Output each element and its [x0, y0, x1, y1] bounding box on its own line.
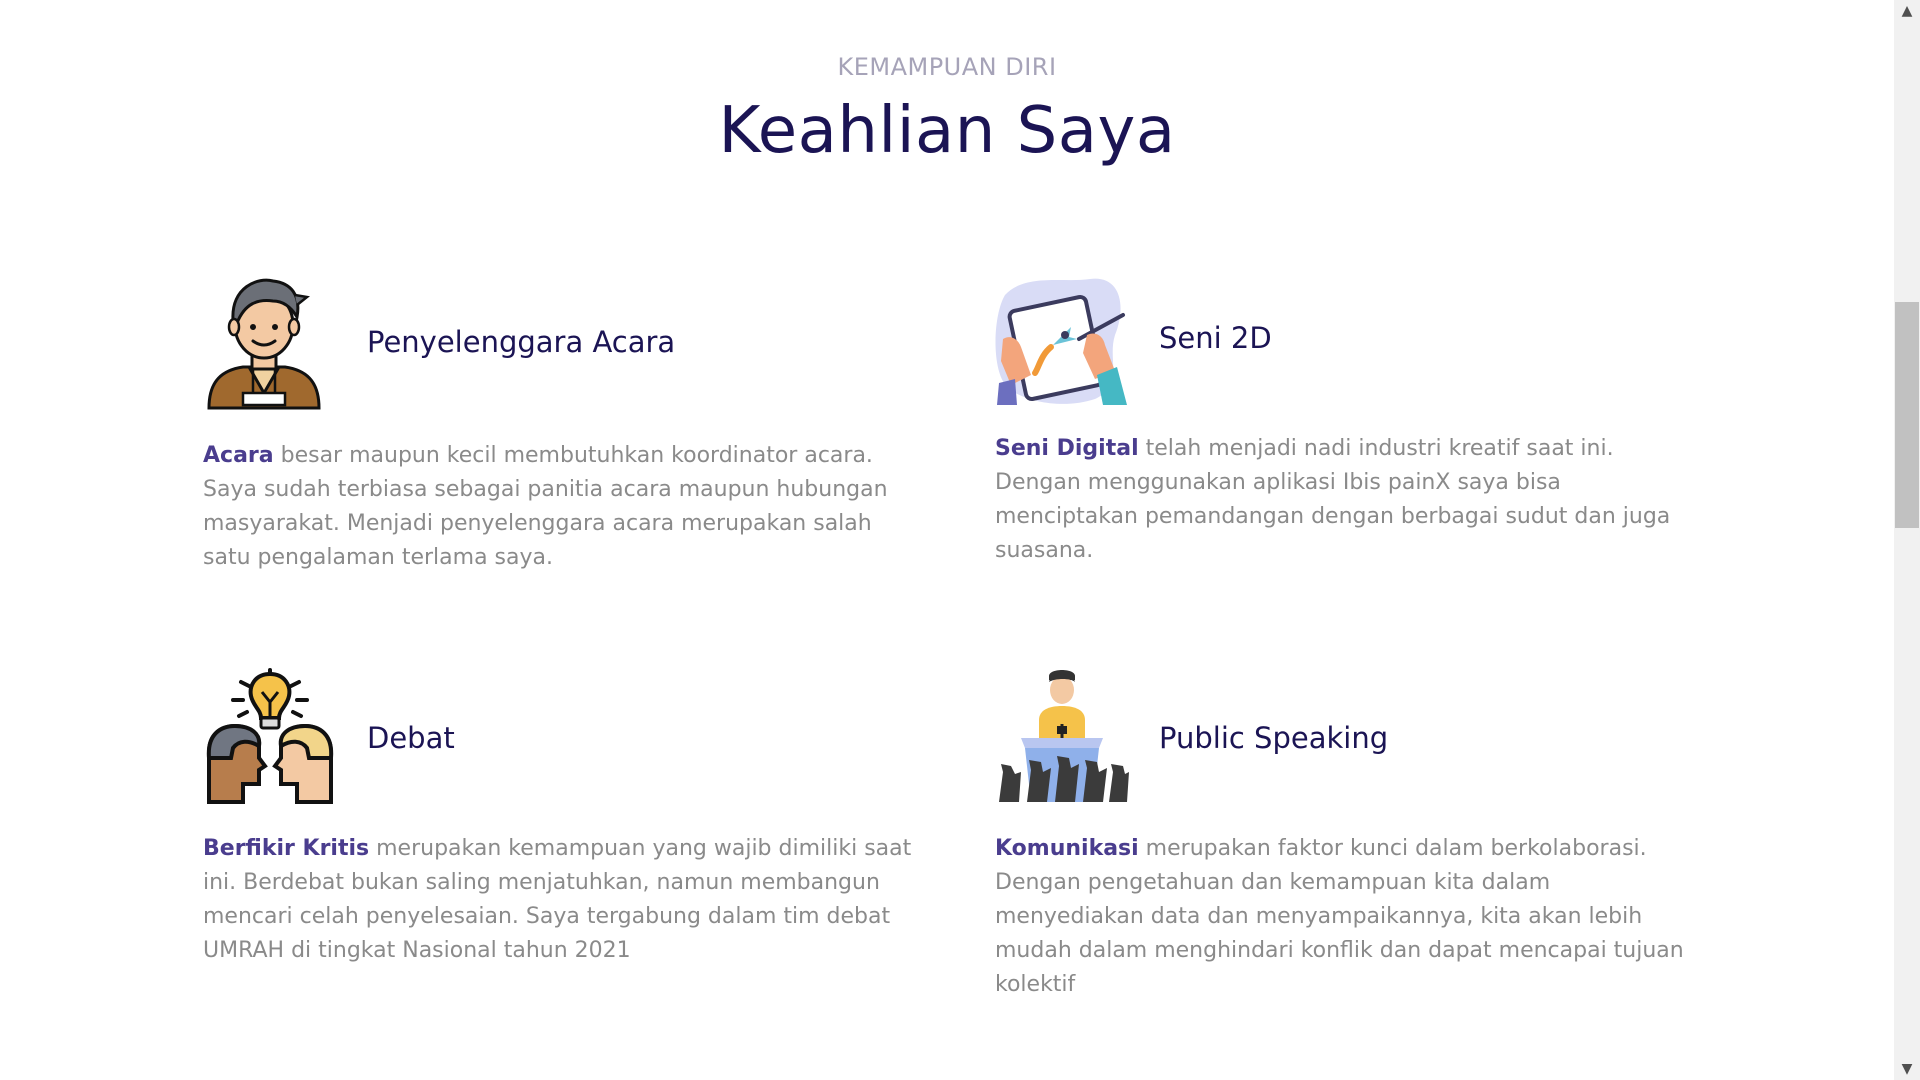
- skill-heading: Public Speaking: [1159, 721, 1389, 755]
- skill-heading: Penyelenggara Acara: [367, 325, 676, 359]
- skill-description: Seni Digital telah menjadi nadi industri…: [995, 432, 1705, 568]
- skill-description: Komunikasi merupakan faktor kunci dalam …: [995, 832, 1705, 1002]
- skill-description: Acara besar maupun kecil membutuhkan koo…: [203, 439, 913, 575]
- skill-lead-term: Seni Digital: [995, 436, 1139, 461]
- skill-card-event-organizer: Penyelenggara Acara Acara besar maupun k…: [203, 275, 923, 595]
- vertical-scrollbar[interactable]: ▲ ▼: [1894, 0, 1920, 1080]
- skill-card-public-speaking: Public Speaking Komunikasi merupakan fak…: [995, 668, 1715, 1008]
- skill-lead-term: Komunikasi: [995, 836, 1139, 861]
- skill-heading: Seni 2D: [1159, 321, 1272, 355]
- event-organizer-icon: [203, 275, 338, 410]
- public-speaker-podium-icon: [995, 668, 1130, 803]
- skill-lead-term: Berfikir Kritis: [203, 836, 370, 861]
- debate-lightbulb-icon: [203, 668, 338, 804]
- skill-description: Berfikir Kritis merupakan kemampuan yang…: [203, 832, 913, 968]
- scroll-thumb[interactable]: [1895, 302, 1919, 528]
- skills-section: KEMAMPUAN DIRI Keahlian Saya Penyelengga…: [0, 0, 1898, 1080]
- digital-art-tablet-icon: [995, 275, 1130, 410]
- skill-card-debate: Debat Berfikir Kritis merupakan kemampua…: [203, 668, 923, 968]
- scroll-down-arrow[interactable]: ▼: [1894, 1058, 1920, 1080]
- scroll-up-arrow[interactable]: ▲: [1894, 0, 1920, 22]
- skill-description-text: besar maupun kecil membutuhkan koordinat…: [203, 443, 888, 570]
- skill-heading: Debat: [367, 721, 455, 755]
- skill-card-2d-art: Seni 2D Seni Digital telah menjadi nadi …: [995, 275, 1715, 575]
- section-title: Keahlian Saya: [718, 94, 1176, 168]
- section-kicker: KEMAMPUAN DIRI: [837, 53, 1057, 81]
- skill-lead-term: Acara: [203, 443, 274, 468]
